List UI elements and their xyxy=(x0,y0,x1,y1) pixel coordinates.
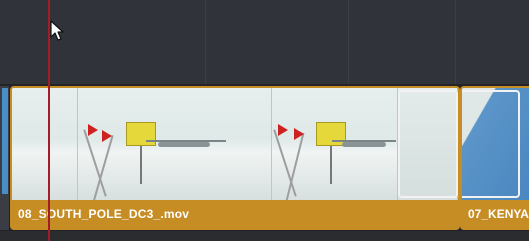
clip-name: 08_SOUTH_POLE_DC3_.mov xyxy=(18,207,190,221)
thumbnail-frame xyxy=(272,88,398,200)
clip-label-bar: 07_KENYA xyxy=(462,200,529,228)
grid-line xyxy=(455,0,456,86)
grid-line xyxy=(348,0,349,86)
lower-track[interactable] xyxy=(0,230,529,241)
flag xyxy=(102,130,112,142)
previous-clip-thumbnail xyxy=(2,88,8,194)
thumbnail-frame xyxy=(12,88,78,200)
flag xyxy=(88,124,98,136)
clip-selection-outline xyxy=(462,90,520,198)
arrow-cursor-icon xyxy=(50,20,64,41)
transition-selection[interactable] xyxy=(398,90,458,198)
grid-line xyxy=(205,0,206,86)
timeline[interactable]: 08_SOUTH_POLE_DC3_.mov 07_KENYA xyxy=(0,0,529,241)
sign xyxy=(126,122,156,146)
clip-label-bar: 08_SOUTH_POLE_DC3_.mov xyxy=(12,200,458,228)
empty-track-area[interactable] xyxy=(0,0,529,86)
clip-name: 07_KENYA xyxy=(468,207,529,221)
plane xyxy=(342,142,386,147)
clip-south-pole[interactable]: 08_SOUTH_POLE_DC3_.mov xyxy=(10,86,460,230)
thumbnail-frame xyxy=(78,88,272,200)
flag xyxy=(294,128,304,140)
clip-kenya[interactable]: 07_KENYA xyxy=(460,86,529,230)
flag xyxy=(278,124,288,136)
thumbnail-frame xyxy=(462,88,529,200)
clip-thumbnails xyxy=(12,88,458,200)
plane xyxy=(158,142,210,147)
